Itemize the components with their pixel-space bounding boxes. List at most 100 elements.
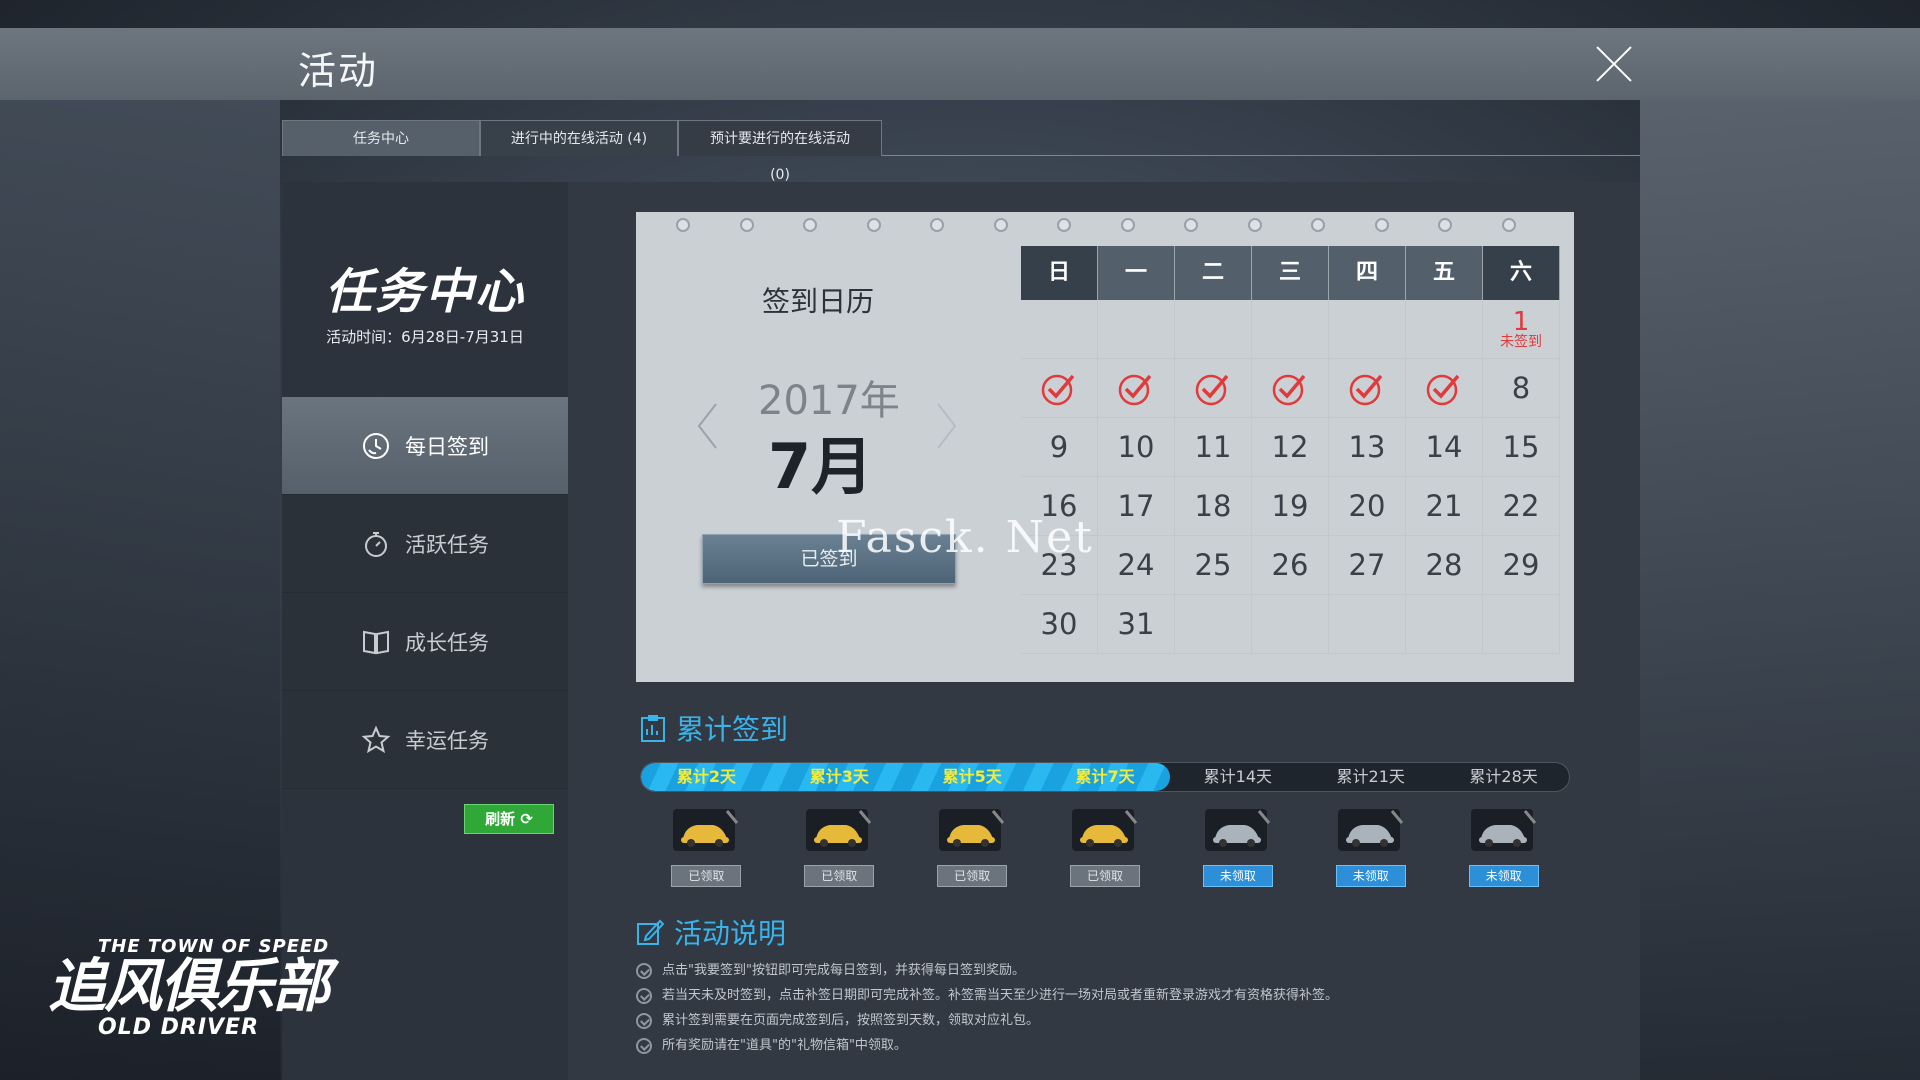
cumulative-heading: 累计签到	[640, 708, 788, 748]
day-number: 27	[1348, 548, 1386, 582]
tab-upcoming-events[interactable]: 预计要进行的在线活动(0)	[678, 120, 882, 183]
sidebar-item-active-tasks[interactable]: 活跃任务	[282, 495, 568, 593]
calendar-day[interactable]: 31	[1098, 595, 1175, 654]
day-number: 19	[1271, 489, 1309, 523]
calendar-day[interactable]: 11	[1175, 418, 1252, 477]
sidebar-item-lucky-tasks[interactable]: 幸运任务	[282, 691, 568, 789]
close-icon[interactable]	[1594, 44, 1634, 84]
car-icon	[939, 809, 1005, 851]
calendar-day[interactable]: 25	[1175, 536, 1252, 595]
binder-ring	[1057, 218, 1071, 232]
day-number: 25	[1194, 548, 1232, 582]
weekday-label: 六	[1483, 246, 1560, 300]
weekday-label: 二	[1175, 246, 1252, 300]
cumulative-title: 累计签到	[676, 713, 789, 746]
claim-button[interactable]: 未领取	[1202, 865, 1273, 887]
calendar-day	[1175, 300, 1252, 359]
calendar-day[interactable]: 9	[1021, 418, 1098, 477]
chevron-right-icon[interactable]	[936, 402, 958, 450]
calendar-grid: 日一二三四五六 1 未签到 8 9 10 11 12 13 14 15 16 17 18 19 20 21 22…	[1021, 246, 1561, 654]
car-icon	[1204, 809, 1271, 851]
binder-ring	[739, 218, 754, 232]
milestone-label: 累计5天	[942, 767, 1002, 786]
refresh-icon: ⟳	[520, 810, 533, 828]
calendar-day	[1021, 300, 1098, 359]
claim-button[interactable]: 未领取	[1468, 865, 1539, 887]
calendar-day-unsigned[interactable]: 1 未签到	[1483, 300, 1560, 359]
calendar-day[interactable]: 27	[1329, 536, 1406, 595]
calendar-day[interactable]: 15	[1483, 418, 1560, 477]
calendar-day-signed[interactable]	[1098, 359, 1175, 418]
calendar-day[interactable]: 20	[1329, 477, 1406, 536]
binder-ring	[1184, 218, 1198, 232]
calendar-day	[1329, 300, 1406, 359]
day-number: 26	[1271, 548, 1309, 582]
day-number: 20	[1348, 489, 1386, 523]
weekday-label: 一	[1098, 246, 1175, 300]
logo-main: 追风俱乐部	[48, 952, 330, 1020]
calendar-week: 16 17 18 19 20 21 22	[1021, 477, 1561, 536]
calendar-day-signed[interactable]	[1252, 359, 1329, 418]
calendar-weeks: 1 未签到 8 9 10 11 12 13 14 15 16 17 18 19 20 21 22 23 24 25 26…	[1021, 300, 1561, 654]
calendar-day[interactable]: 14	[1406, 418, 1483, 477]
calendar-day[interactable]: 18	[1175, 477, 1252, 536]
reward-row: 已领取 已领取 已领取 已领取 未领取 未领取 未领取	[640, 805, 1570, 887]
calendar-day[interactable]: 29	[1483, 536, 1560, 595]
description-title: 活动说明	[674, 917, 787, 950]
car-icon	[1072, 809, 1138, 851]
tab-ongoing-events[interactable]: 进行中的在线活动 (4)	[480, 120, 678, 156]
calendar-day-signed[interactable]	[1175, 359, 1252, 418]
star-icon	[361, 725, 391, 753]
calendar-day[interactable]: 22	[1483, 477, 1560, 536]
day-number: 13	[1348, 430, 1386, 464]
calendar-day-signed[interactable]	[1329, 359, 1406, 418]
day-number: 17	[1117, 489, 1155, 523]
calendar-day[interactable]: 19	[1252, 477, 1329, 536]
car-icon	[673, 809, 739, 851]
chevron-left-icon[interactable]	[696, 402, 718, 450]
binder-ring	[1247, 218, 1262, 232]
binder-ring	[1501, 218, 1516, 232]
description-text: 若当天未及时签到，点击补签日期即可完成补签。补签需当天至少进行一场对局或者重新登…	[662, 988, 1339, 1003]
day-number: 30	[1040, 607, 1078, 641]
calendar-day[interactable]: 28	[1406, 536, 1483, 595]
binder-ring	[1374, 218, 1389, 232]
reward-item: 未领取	[1171, 805, 1304, 887]
refresh-button[interactable]: 刷新 ⟳	[464, 804, 554, 834]
calendar-day-signed[interactable]	[1021, 359, 1098, 418]
calendar-day	[1406, 595, 1483, 654]
day-number: 12	[1271, 430, 1309, 464]
calendar-day[interactable]: 26	[1252, 536, 1329, 595]
game-logo: THE TOWN OF SPEED 追风俱乐部 OLD DRIVER	[48, 936, 368, 1040]
day-number: 22	[1502, 489, 1540, 523]
event-period: 活动时间：6月28日-7月31日	[326, 328, 524, 346]
calendar-day[interactable]: 30	[1021, 595, 1098, 654]
sidebar-item-daily-checkin[interactable]: 每日签到	[282, 397, 568, 495]
calendar-day-signed[interactable]	[1406, 359, 1483, 418]
calendar-day[interactable]: 12	[1252, 418, 1329, 477]
day-number: 21	[1425, 489, 1463, 523]
car-icon	[1337, 809, 1403, 851]
brand-block: 任务中心 活动时间：6月28日-7月31日	[282, 252, 568, 347]
sidebar-item-growth-tasks[interactable]: 成长任务	[282, 593, 568, 691]
binder-ring	[1120, 218, 1135, 232]
day-number: 11	[1194, 430, 1232, 464]
tab-task-center[interactable]: 任务中心	[282, 120, 480, 156]
calendar-day[interactable]: 17	[1098, 477, 1175, 536]
calendar-day[interactable]: 13	[1329, 418, 1406, 477]
refresh-label: 刷新	[485, 810, 516, 828]
claim-button[interactable]: 未领取	[1335, 865, 1406, 887]
calendar-day[interactable]: 24	[1098, 536, 1175, 595]
claimed-badge: 已领取	[937, 865, 1008, 887]
binder-ring	[1311, 218, 1325, 232]
calendar-day[interactable]: 21	[1406, 477, 1483, 536]
milestone-labels: 累计2天 累计3天 累计5天 累计7天 累计14天 累计21天 累计28天	[640, 762, 1570, 792]
description-line: 所有奖励请在"道具"的"礼物信箱"中领取。	[636, 1033, 1536, 1058]
weekday-label: 五	[1406, 246, 1483, 300]
day-number: 31	[1117, 607, 1155, 641]
calendar-day[interactable]: 10	[1098, 418, 1175, 477]
calendar-week: 1 未签到	[1021, 300, 1561, 359]
claimed-badge: 已领取	[804, 865, 875, 887]
calendar-day[interactable]: 8	[1483, 359, 1560, 418]
check-circle-icon	[636, 1037, 652, 1054]
